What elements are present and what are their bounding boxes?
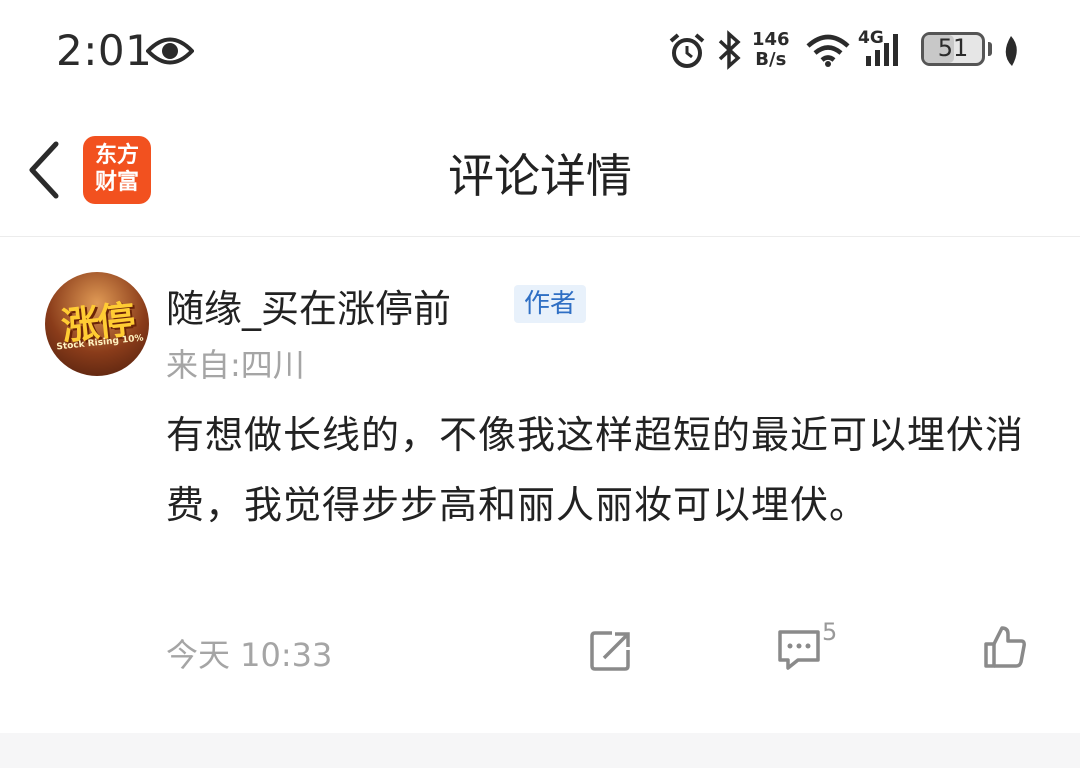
network-speed-unit: B/s: [755, 49, 787, 70]
bottom-divider-band: [0, 733, 1080, 768]
battery-level: 51: [937, 34, 969, 62]
share-icon[interactable]: [588, 628, 634, 678]
comment-content: 有想做长线的，不像我这样超短的最近可以埋伏消费，我觉得步步高和丽人丽妆可以埋伏。: [166, 413, 1025, 527]
battery-tip: [988, 42, 992, 56]
status-time: 2:01: [56, 26, 153, 75]
network-speed: 146 B/s: [752, 30, 790, 70]
network-speed-value: 146: [752, 29, 790, 50]
comment-icon[interactable]: [776, 628, 822, 676]
eye-icon: [145, 34, 195, 72]
thumbs-up-icon[interactable]: [982, 624, 1028, 674]
battery-indicator: 51: [921, 32, 985, 66]
page-title: 评论详情: [448, 149, 632, 203]
signal-icon: [858, 30, 908, 74]
status-bar: 2:01 146 B/s 4G 51: [0, 0, 1080, 100]
avatar[interactable]: 涨停 Stock Rising 10%: [45, 272, 149, 376]
username[interactable]: 随缘_买在涨停前: [166, 278, 451, 333]
author-badge: 作者: [514, 285, 587, 323]
leaf-icon: [1000, 34, 1022, 72]
header-bar: 东方 财富 评论详情: [0, 100, 1080, 237]
location: 来自:四川: [166, 346, 305, 384]
comment-count: 5: [822, 618, 838, 646]
timestamp: 今天 10:33: [166, 636, 333, 674]
wifi-icon: [806, 34, 850, 72]
bluetooth-icon: [716, 30, 742, 74]
alarm-icon: [668, 32, 706, 74]
